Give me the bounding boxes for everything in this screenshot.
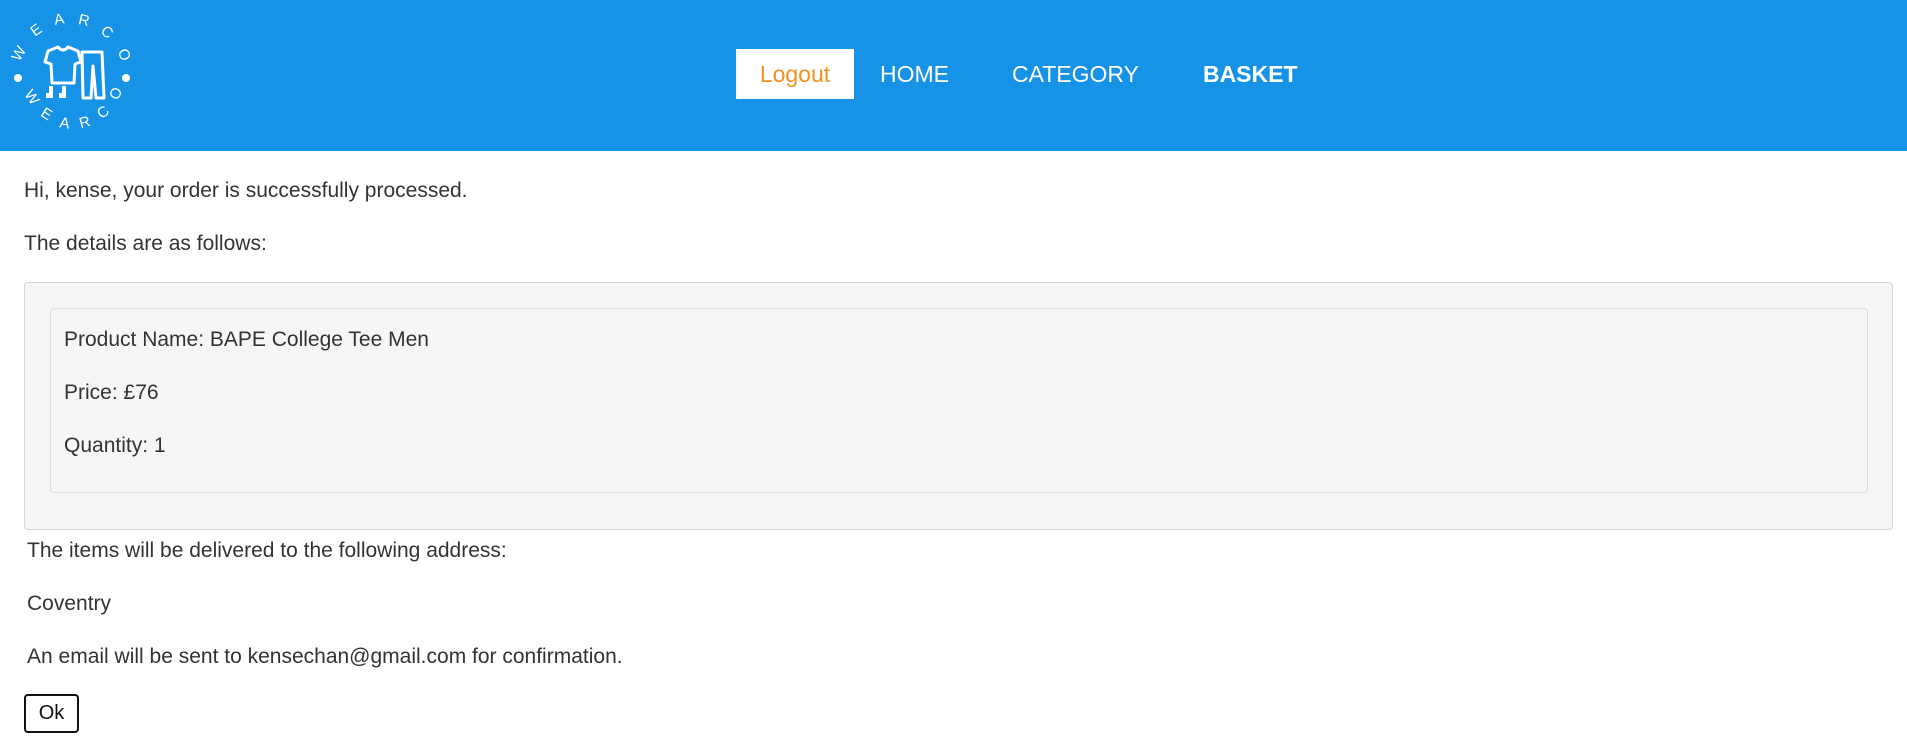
logo-letter: E <box>38 104 56 124</box>
wearco-logo[interactable]: W E A R C O W E A R C O <box>8 8 136 136</box>
nav-basket-link[interactable]: BASKET <box>1203 49 1298 99</box>
logo-letter: E <box>27 20 45 40</box>
logo-letter: O <box>114 46 134 64</box>
ok-button[interactable]: Ok <box>24 694 79 733</box>
logo-letter: O <box>106 84 127 103</box>
wearco-logo-icon: W E A R C O W E A R C O <box>8 10 134 132</box>
logo-letter: W <box>8 43 30 64</box>
top-navbar: W E A R C O W E A R C O Logout HOME CATE… <box>0 0 1907 151</box>
order-details-panel: Product Name: BAPE College Tee Men Price… <box>24 282 1893 530</box>
main-nav: Logout HOME CATEGORY BASKET <box>736 49 1298 99</box>
email-notice: An email will be sent to kensechan@gmail… <box>27 645 623 668</box>
product-name: Product Name: BAPE College Tee Men <box>64 328 429 351</box>
product-quantity: Quantity: 1 <box>64 434 166 457</box>
logo-letter: R <box>77 11 91 30</box>
delivery-intro-text: The items will be delivered to the follo… <box>27 539 507 562</box>
logo-letter: C <box>97 22 116 42</box>
order-success-message: Hi, kense, your order is successfully pr… <box>24 179 468 202</box>
nav-home-link[interactable]: HOME <box>880 49 949 99</box>
delivery-address: Coventry <box>27 592 112 615</box>
product-price: Price: £76 <box>64 381 159 404</box>
details-intro-text: The details are as follows: <box>24 232 267 255</box>
logo-letter: R <box>77 113 92 132</box>
nav-category-link[interactable]: CATEGORY <box>1012 49 1139 99</box>
order-item-card: Product Name: BAPE College Tee Men Price… <box>50 308 1868 493</box>
logo-letter: W <box>21 87 44 109</box>
logo-letter: C <box>94 102 113 122</box>
logo-letter: A <box>53 10 66 28</box>
logout-link[interactable]: Logout <box>736 49 854 99</box>
logo-letter: A <box>58 114 70 132</box>
